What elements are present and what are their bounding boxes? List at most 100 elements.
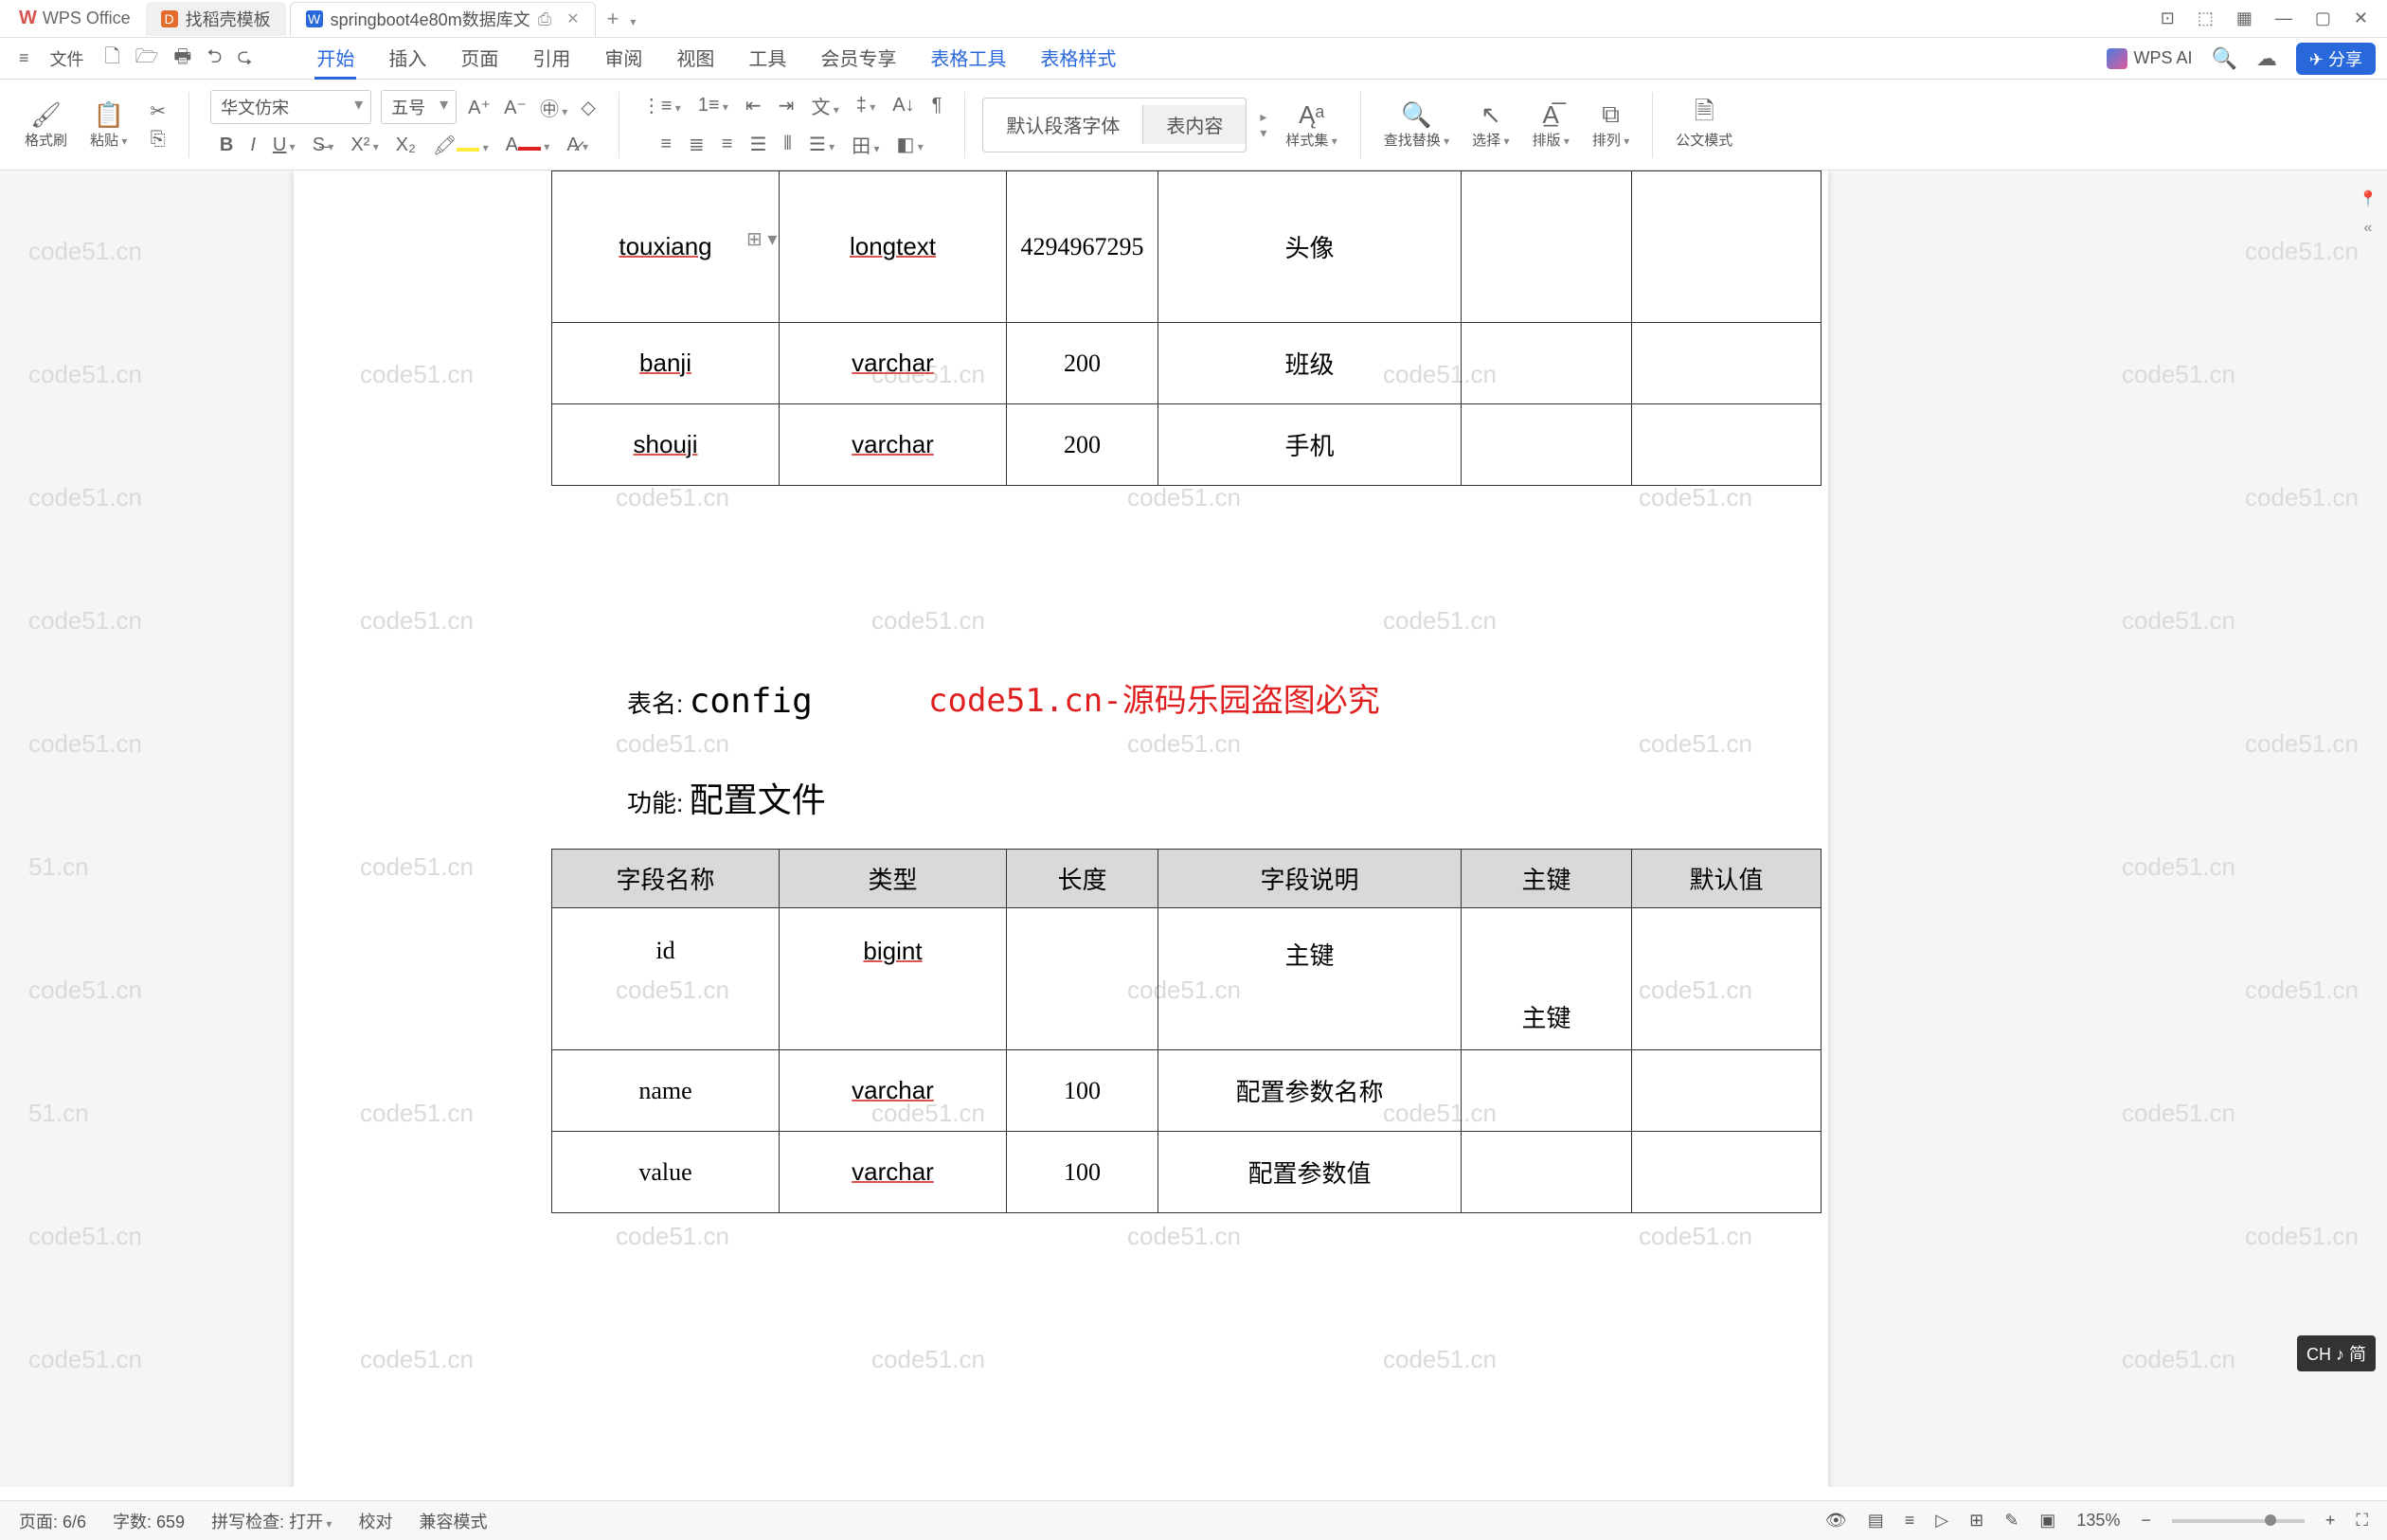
tab-page[interactable]: 页面 [458,38,500,80]
distribute-button[interactable]: ⫴ [781,132,793,157]
proofread-status[interactable]: 校对 [358,1509,392,1533]
tab-view[interactable]: 视图 [674,38,716,80]
select-button[interactable]: ↖选择 [1466,98,1515,152]
qat-redo[interactable]: ⮎ [237,43,252,75]
qat-open[interactable]: 🗁 [135,43,159,75]
increase-indent-button[interactable]: ⇥ [777,92,797,119]
tab-document-active[interactable]: W springboot4e80m数据库文 ⎙ ✕ [290,2,596,36]
fullscreen-button[interactable]: ⛶ [2356,1511,2368,1531]
tab-home[interactable]: 开始 [314,38,356,80]
font-color-button[interactable]: A [504,133,552,158]
line-spacing-button[interactable]: ‡ [854,93,877,118]
style-default[interactable]: 默认段落字体 [983,105,1143,144]
decrease-indent-button[interactable]: ⇤ [744,92,763,119]
maximize-button[interactable]: ▢ [2315,9,2331,28]
zoom-in-button[interactable]: + [2325,1511,2336,1531]
table-handle-icon[interactable]: ⊞ ▾ [746,227,777,251]
style-table-content[interactable]: 表内容 [1143,105,1246,144]
tab-templates[interactable]: D 找稻壳模板 [146,2,286,36]
share-button[interactable]: ✈ 分享 [2296,43,2376,75]
qat-print[interactable]: 🖶 [173,43,191,75]
cut-button[interactable]: ✂ [148,98,168,125]
win-btn-2[interactable]: ⬚ [2198,9,2214,28]
font-name-select[interactable]: 华文仿宋 [210,90,371,124]
view-eye-icon[interactable]: 👁 [1825,1511,1847,1531]
view-outline-icon[interactable]: ≡ [1905,1511,1915,1531]
decrease-font-button[interactable]: A⁻ [502,94,529,121]
find-replace-button[interactable]: 🔍查找替换 [1378,98,1455,152]
close-button[interactable]: ✕ [2354,9,2368,28]
number-list-button[interactable]: 1≡ [696,93,730,118]
table-1[interactable]: touxiang longtext 4294967295 头像 banji va… [551,170,1822,486]
highlight-button[interactable]: 🖍 [431,132,491,159]
zoom-level[interactable]: 135% [2076,1511,2120,1531]
show-marks-button[interactable]: ¶ [930,93,944,118]
align-right-button[interactable]: ≡ [720,132,735,157]
spellcheck-status[interactable]: 拼写检查: 打开 [211,1509,332,1533]
border-button[interactable]: 田 [850,129,881,160]
view-read-icon[interactable]: ▷ [1935,1511,1948,1531]
location-icon[interactable]: 📍 [2359,189,2378,208]
new-tab-button[interactable]: + [607,7,619,31]
tab-table-tools[interactable]: 表格工具 [928,38,1008,80]
view-fit-icon[interactable]: ▣ [2039,1511,2055,1531]
table-row[interactable]: shouji varchar 200 手机 [552,404,1822,486]
collapse-icon[interactable]: « [2364,220,2373,237]
align-center-button[interactable]: ≣ [687,131,707,158]
fill-button[interactable]: ◧ [894,131,924,158]
underline-button[interactable]: U [271,133,297,158]
change-case-button[interactable]: ㊥ [538,92,569,123]
qat-undo[interactable]: ⮌ [206,43,222,75]
paste-button[interactable]: 📋粘贴 [84,98,133,152]
word-count[interactable]: 字数: 659 [113,1509,185,1533]
style-expand-button[interactable]: ▸▾ [1258,107,1268,143]
table-row[interactable]: name varchar 100 配置参数名称 [552,1050,1822,1132]
zoom-out-button[interactable]: − [2141,1511,2151,1531]
minimize-button[interactable]: — [2275,9,2292,28]
italic-button[interactable]: I [248,133,258,158]
view-focus-icon[interactable]: ✎ [2004,1511,2019,1531]
official-doc-button[interactable]: 🗎公文模式 [1670,98,1738,152]
shading-button[interactable]: A̷ [565,133,590,158]
search-icon[interactable]: 🔍 [2212,46,2237,71]
sort-button[interactable]: A↓ [890,93,916,118]
text-direction-button[interactable]: 文 [809,90,840,121]
tab-tools[interactable]: 工具 [746,38,788,80]
table-row[interactable]: value varchar 100 配置参数值 [552,1132,1822,1213]
hamburger-icon[interactable]: ≡ [11,45,37,72]
increase-font-button[interactable]: A⁺ [466,94,493,121]
align-left-button[interactable]: ≡ [658,132,673,157]
file-menu[interactable]: 文件 [43,43,92,75]
tab-member[interactable]: 会员专享 [818,38,898,80]
bold-button[interactable]: B [218,133,235,158]
table-2[interactable]: 字段名称 类型 长度 字段说明 主键 默认值 id bigint 主键 主键 n… [551,849,1822,1213]
tab-table-style[interactable]: 表格样式 [1038,38,1118,80]
bullet-list-button[interactable]: ⋮≡ [640,92,683,119]
clear-format-button[interactable]: ◇ [579,94,597,121]
tab-insert[interactable]: 插入 [386,38,428,80]
new-tab-dropdown[interactable] [630,7,636,31]
font-size-select[interactable]: 五号 [381,90,457,124]
document-area[interactable]: code51.cn code51.cn code51.cn code51.cn … [0,170,2387,1487]
tab-reference[interactable]: 引用 [530,38,572,80]
arrange-button[interactable]: ⧉排列 [1587,98,1635,152]
superscript-button[interactable]: X² [349,133,380,158]
style-segment[interactable]: 默认段落字体 表内容 [982,98,1247,152]
table-row[interactable]: touxiang longtext 4294967295 头像 [552,171,1822,323]
ime-indicator[interactable]: CH ♪ 简 [2297,1335,2376,1371]
zoom-slider[interactable] [2172,1519,2305,1523]
view-print-icon[interactable]: ▤ [1868,1511,1884,1531]
wps-ai-button[interactable]: WPS AI [2107,48,2192,69]
win-btn-1[interactable]: ⊡ [2161,9,2175,28]
strikethrough-button[interactable]: S̶ [311,133,336,158]
style-set-button[interactable]: Ąᵃ样式集 [1280,98,1342,152]
qat-new[interactable]: 🗋 [105,43,120,75]
tab-close-icon[interactable]: ✕ [566,9,579,28]
copy-button[interactable]: ⎘ [149,127,168,152]
view-web-icon[interactable]: ⊞ [1969,1511,1983,1531]
align-justify-button[interactable]: ☰ [747,131,768,158]
format-painter-button[interactable]: 🖌格式刷 [19,98,73,152]
page-indicator[interactable]: 页面: 6/6 [19,1509,86,1533]
table-row[interactable]: id bigint 主键 主键 [552,908,1822,1050]
para-spacing-button[interactable]: ☰ [807,131,836,158]
